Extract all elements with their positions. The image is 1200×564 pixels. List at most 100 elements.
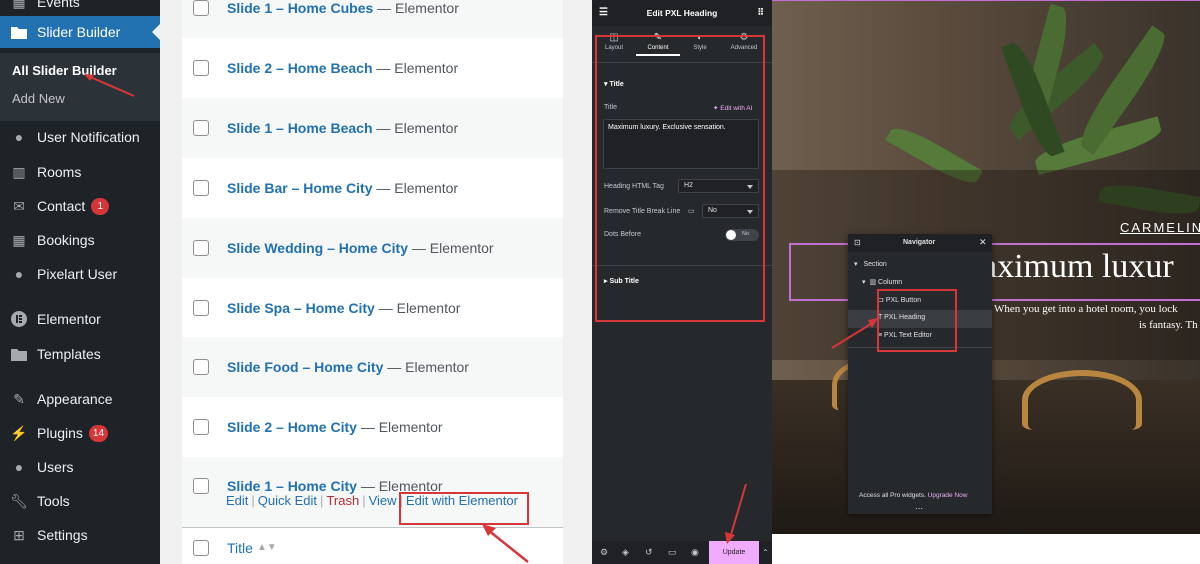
posts-list-area: Slide 1 – Home Cubes — Elementor Slide 2…	[160, 0, 592, 564]
row-checkbox[interactable]	[193, 478, 209, 494]
annotation-arrow	[725, 483, 747, 544]
plugins-count-badge: 14	[88, 424, 109, 442]
table-row: Slide 1 – Home Cubes — Elementor	[182, 0, 563, 38]
row-title-link[interactable]: Slide 1 – Home Beach	[227, 120, 373, 136]
sidebar-item-elementor[interactable]: Elementor	[0, 303, 160, 335]
brush-icon: ✎	[13, 390, 25, 407]
row-checkbox[interactable]	[193, 120, 209, 136]
sidebar-item-users[interactable]: ● Users	[0, 451, 160, 483]
row-checkbox[interactable]	[193, 180, 209, 196]
table-row: Slide 2 – Home Beach — Elementor	[182, 38, 563, 98]
hero-text-line2: is fantasy. Th	[1139, 319, 1198, 331]
row-suffix: — Elementor	[372, 120, 459, 136]
sidebar-item-plugins[interactable]: ⚡ Plugins 14	[0, 417, 160, 449]
row-title-link[interactable]: Slide Bar – Home City	[227, 180, 373, 196]
select-all-checkbox[interactable]	[193, 539, 209, 556]
navigator-panel: ⊡ Navigator ✕ ▾ Section ▾ ▥ Column ⊐ PXL…	[831, 234, 992, 514]
responsive-icon[interactable]: ▭	[668, 547, 677, 558]
row-suffix: — Elementor	[372, 60, 459, 76]
chevron-up-icon[interactable]: ⌃	[759, 541, 772, 564]
table-row: Slide 2 – Home City — Elementor	[182, 397, 563, 457]
sidebar-item-bookings[interactable]: ▦ Bookings	[0, 224, 160, 256]
row-suffix: — Elementor	[372, 180, 459, 196]
row-checkbox[interactable]	[193, 240, 209, 256]
sidebar-item-templates[interactable]: Templates	[0, 338, 160, 370]
sidebar-item-appearance[interactable]: ✎ Appearance	[0, 383, 160, 415]
panel-header: ☰ Edit PXL Heading ⠿	[592, 0, 772, 26]
settings-icon[interactable]: ⚙	[600, 547, 608, 558]
sidebar-item-slider-builder[interactable]: Slider Builder	[0, 16, 160, 48]
settings-icon: ⊞	[13, 526, 25, 543]
sidebar-item-rooms[interactable]: ▥ Rooms	[0, 156, 160, 188]
panel-title: Edit PXL Heading	[646, 8, 718, 18]
brand-label: CARMELINA	[1120, 220, 1200, 235]
edit-link[interactable]: Edit	[226, 493, 248, 508]
hero-heading[interactable]: aximum luxur	[982, 248, 1174, 286]
expand-icon[interactable]: ⊡	[854, 238, 861, 247]
view-link[interactable]: View	[369, 493, 397, 508]
row-checkbox[interactable]	[193, 0, 209, 16]
sort-icon: ▲▼	[256, 542, 277, 553]
title-column-header[interactable]: Title	[227, 540, 253, 556]
contact-count-badge: 1	[91, 197, 110, 215]
sidebar-item-user-notification[interactable]: ● User Notification	[0, 121, 160, 153]
annotation-arrow	[84, 74, 135, 97]
sidebar-item-settings[interactable]: ⊞ Settings	[0, 519, 160, 551]
table-row: Slide 1 – Home Beach — Elementor	[182, 98, 563, 158]
history-icon[interactable]: ↺	[645, 547, 653, 558]
preview-bottom-strip	[772, 534, 1200, 564]
elementor-panel: ☰ Edit PXL Heading ⠿ ◫ Layout ✎ Content ◐ S…	[592, 0, 782, 564]
row-title-link[interactable]: Slide Spa – Home City	[227, 300, 375, 316]
layers-icon[interactable]: ◈	[622, 547, 629, 558]
table-row: Slide Bar – Home City — Elementor	[182, 158, 563, 218]
row-title-link[interactable]: Slide Food – Home City	[227, 359, 383, 375]
row-checkbox[interactable]	[193, 359, 209, 375]
hamburger-icon[interactable]: ☰	[599, 7, 608, 18]
annotation-box	[877, 289, 957, 352]
user-icon: ●	[14, 266, 24, 282]
row-suffix: — Elementor	[373, 0, 459, 16]
sidebar-item-tools[interactable]: 🔧︎ Tools	[0, 485, 160, 517]
annotation-arrow	[482, 524, 529, 563]
pro-widgets-note: Access all Pro widgets. Upgrade Now	[859, 492, 968, 499]
row-suffix: — Elementor	[374, 300, 461, 316]
nav-column-item[interactable]: ▾ ▥ Column	[862, 278, 902, 286]
row-suffix: — Elementor	[408, 240, 494, 256]
trash-link[interactable]: Trash	[326, 493, 359, 508]
grid-icon[interactable]: ⠿	[757, 7, 764, 18]
annotation-arrow	[831, 318, 878, 349]
row-checkbox[interactable]	[193, 419, 209, 435]
user-icon: ●	[14, 459, 24, 475]
upgrade-link[interactable]: Upgrade Now	[928, 492, 968, 499]
submenu-add-new[interactable]: Add New	[12, 91, 65, 106]
table-row: Slide Spa – Home City — Elementor	[182, 278, 563, 338]
mail-icon: ✉	[13, 197, 25, 214]
row-checkbox[interactable]	[193, 300, 209, 316]
annotation-box	[595, 35, 765, 322]
table-row: Slide Wedding – Home City — Elementor	[182, 218, 563, 278]
calendar-icon: ▦	[12, 0, 26, 10]
row-suffix: — Elementor	[356, 419, 443, 435]
folder-icon	[10, 23, 28, 41]
eye-icon[interactable]: ◉	[691, 547, 699, 558]
row-title-link[interactable]: Slide Wedding – Home City	[227, 240, 408, 256]
row-title-link[interactable]: Slide 2 – Home City	[227, 419, 357, 435]
close-icon[interactable]: ✕	[979, 237, 987, 248]
row-checkbox[interactable]	[193, 60, 209, 76]
navigator-title: Navigator	[903, 239, 936, 246]
admin-sidebar: ▦ Events Slider Builder All Slider Builde…	[0, 0, 160, 564]
row-title-link[interactable]: Slide 1 – Home City	[227, 478, 357, 494]
sidebar-item-pixelart-user[interactable]: ● Pixelart User	[0, 258, 160, 290]
navigator-header: ⊡ Navigator ✕	[848, 234, 992, 252]
hero-text-line1: When you get into a hotel room, you lock	[994, 303, 1178, 315]
row-title-link[interactable]: Slide 2 – Home Beach	[227, 60, 373, 76]
row-title-link[interactable]: Slide 1 – Home Cubes	[227, 0, 373, 16]
building-icon: ▥	[12, 163, 26, 180]
sidebar-item-contact[interactable]: ✉ Contact 1	[0, 190, 160, 222]
table-row: Slide Food – Home City — Elementor	[182, 337, 563, 397]
nav-section-item[interactable]: ▾ Section	[854, 260, 887, 268]
resize-handle[interactable]: ⋯	[915, 504, 923, 513]
row-suffix: — Elementor	[383, 359, 469, 375]
plug-icon: ⚡	[10, 424, 28, 441]
quick-edit-link[interactable]: Quick Edit	[258, 493, 317, 508]
